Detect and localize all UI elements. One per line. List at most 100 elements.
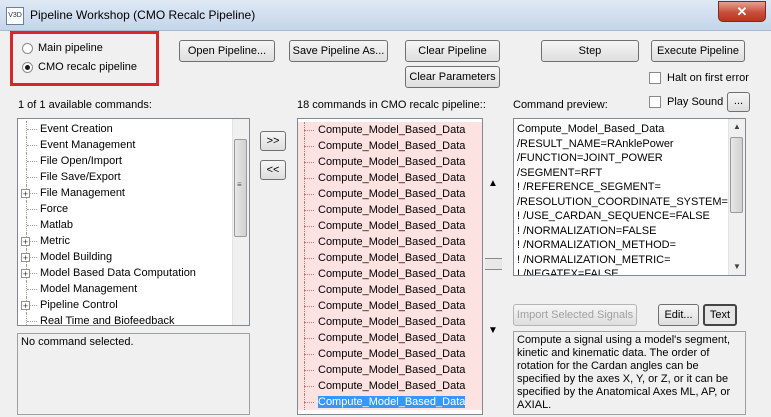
tree-item[interactable]: + Metric: [18, 233, 249, 249]
pipeline-item[interactable]: Compute_Model_Based_Data: [298, 394, 482, 410]
pipeline-item[interactable]: Compute_Model_Based_Data: [298, 170, 482, 186]
tree-item[interactable]: + Model Based Data Computation: [18, 265, 249, 281]
play-sound-checkbox[interactable]: [649, 96, 661, 108]
scroll-thumb[interactable]: [730, 137, 743, 213]
available-commands-tree[interactable]: Event Creation Event Management File Open/…: [17, 118, 250, 326]
clear-parameters-button[interactable]: Clear Parameters: [405, 66, 500, 88]
halt-on-error-label: Halt on first error: [667, 72, 749, 84]
pipeline-item[interactable]: Compute_Model_Based_Data: [298, 362, 482, 378]
pipeline-item-label: Compute_Model_Based_Data: [318, 124, 466, 136]
pipeline-item[interactable]: Compute_Model_Based_Data: [298, 346, 482, 362]
scroll-down-icon[interactable]: ▼: [729, 259, 745, 275]
expand-icon[interactable]: +: [21, 253, 30, 263]
tree-item[interactable]: Matlab: [18, 217, 249, 233]
scroll-up-icon[interactable]: ▲: [729, 119, 745, 135]
expand-icon[interactable]: +: [21, 301, 30, 311]
close-button[interactable]: ✕: [718, 1, 766, 22]
move-down-icon[interactable]: ▼: [487, 325, 499, 337]
expand-icon[interactable]: +: [21, 237, 30, 247]
tree-connector: [26, 137, 39, 153]
remove-from-pipeline-button[interactable]: <<: [260, 160, 286, 180]
pipeline-item-label: Compute_Model_Based_Data: [318, 300, 466, 312]
expand-icon[interactable]: +: [21, 189, 30, 199]
pipeline-item-label: Compute_Model_Based_Data: [318, 188, 466, 200]
preview-line: ! /NORMALIZATION=FALSE: [517, 224, 657, 237]
pipeline-item-label: Compute_Model_Based_Data: [318, 220, 466, 232]
edit-button[interactable]: Edit...: [658, 304, 699, 326]
tree-item[interactable]: Event Creation: [18, 121, 249, 137]
command-description-text: Compute a signal using a model's segment…: [517, 334, 731, 411]
pipeline-item[interactable]: Compute_Model_Based_Data: [298, 138, 482, 154]
tree-item[interactable]: Event Management: [18, 137, 249, 153]
tree-item[interactable]: Real Time and Biofeedback: [18, 313, 249, 326]
tree-item-label: Event Management: [40, 139, 136, 151]
preview-line: ! /NEGATEX=FALSE: [517, 268, 619, 276]
pipeline-commands-list[interactable]: Compute_Model_Based_Data Compute_Model_Ba…: [297, 118, 483, 415]
pipeline-item[interactable]: Compute_Model_Based_Data: [298, 378, 482, 394]
tree-item-label: Model Management: [40, 283, 138, 295]
tree-item[interactable]: File Save/Export: [18, 169, 249, 185]
tree-item-label: File Save/Export: [40, 171, 121, 183]
pipeline-item[interactable]: Compute_Model_Based_Data: [298, 218, 482, 234]
command-preview-box[interactable]: Compute_Model_Based_Data/RESULT_NAME=RAn…: [513, 118, 746, 276]
tree-item[interactable]: + Model Building: [18, 249, 249, 265]
pipeline-item[interactable]: Compute_Model_Based_Data: [298, 154, 482, 170]
pipeline-item-label: Compute_Model_Based_Data: [318, 348, 466, 360]
preview-line: /RESULT_NAME=RAnklePower: [517, 137, 674, 150]
pipeline-item[interactable]: Compute_Model_Based_Data: [298, 314, 482, 330]
pipeline-item[interactable]: Compute_Model_Based_Data: [298, 122, 482, 138]
command-description: Compute a signal using a model's segment…: [513, 331, 746, 415]
move-slider-thumb[interactable]: [485, 258, 502, 270]
title-bar: V3D Pipeline Workshop (CMO Recalc Pipeli…: [0, 0, 771, 31]
radio-button[interactable]: [22, 61, 33, 73]
tree-item-label: Matlab: [40, 219, 74, 231]
window-title: Pipeline Workshop (CMO Recalc Pipeline): [30, 8, 256, 22]
tree-connector: [26, 169, 39, 185]
pipeline-item-label: Compute_Model_Based_Data: [318, 140, 466, 152]
sound-browse-button[interactable]: ...: [727, 92, 750, 112]
tree-item[interactable]: + File Management: [18, 185, 249, 201]
preview-scrollbar[interactable]: ▲ ▼: [728, 119, 745, 275]
tree-item-label: Metric: [40, 235, 70, 247]
step-button[interactable]: Step: [541, 40, 639, 62]
radio-label: Main pipeline: [38, 42, 103, 54]
play-sound-label: Play Sound: [667, 96, 724, 108]
clear-pipeline-button[interactable]: Clear Pipeline: [405, 40, 500, 62]
tree-item[interactable]: File Open/Import: [18, 153, 249, 169]
pipeline-item[interactable]: Compute_Model_Based_Data: [298, 266, 482, 282]
open-pipeline-button[interactable]: Open Pipeline...: [179, 40, 275, 62]
pipeline-item-label: Compute_Model_Based_Data: [318, 156, 466, 168]
pipeline-item-label: Compute_Model_Based_Data: [318, 268, 466, 280]
text-button[interactable]: Text: [703, 304, 737, 326]
tree-item[interactable]: Force: [18, 201, 249, 217]
pipeline-item[interactable]: Compute_Model_Based_Data: [298, 330, 482, 346]
available-commands-header: 1 of 1 available commands:: [18, 99, 152, 111]
halt-on-error-checkbox[interactable]: [649, 72, 661, 84]
pipeline-commands-header: 18 commands in CMO recalc pipeline::: [297, 99, 486, 111]
execute-pipeline-button[interactable]: Execute Pipeline: [651, 40, 745, 62]
pipeline-item[interactable]: Compute_Model_Based_Data: [298, 202, 482, 218]
import-selected-signals-button[interactable]: Import Selected Signals: [513, 304, 637, 326]
pipeline-item[interactable]: Compute_Model_Based_Data: [298, 186, 482, 202]
radio-main-pipeline[interactable]: Main pipeline: [22, 42, 103, 54]
app-icon: V3D: [6, 7, 24, 25]
radio-button[interactable]: [22, 42, 33, 54]
tree-scrollbar[interactable]: ≡: [232, 119, 249, 325]
pipeline-item[interactable]: Compute_Model_Based_Data: [298, 250, 482, 266]
tree-item-label: Real Time and Biofeedback: [40, 315, 175, 326]
description-text: No command selected.: [21, 336, 134, 348]
preview-line: ! /NORMALIZATION_METHOD=: [517, 239, 677, 251]
radio-cmo-recalc-pipeline[interactable]: CMO recalc pipeline: [22, 61, 137, 73]
pipeline-item[interactable]: Compute_Model_Based_Data: [298, 234, 482, 250]
preview-line: ! /NORMALIZATION_METRIC=: [517, 253, 671, 266]
tree-item[interactable]: + Pipeline Control: [18, 297, 249, 313]
pipeline-item[interactable]: Compute_Model_Based_Data: [298, 298, 482, 314]
expand-icon[interactable]: +: [21, 269, 30, 279]
add-to-pipeline-button[interactable]: >>: [260, 131, 286, 151]
save-pipeline-as-button[interactable]: Save Pipeline As...: [289, 40, 388, 62]
pipeline-item-label: Compute_Model_Based_Data: [318, 172, 466, 184]
move-up-icon[interactable]: ▲: [487, 178, 499, 190]
tree-connector: [26, 201, 39, 217]
pipeline-item[interactable]: Compute_Model_Based_Data: [298, 282, 482, 298]
tree-item[interactable]: Model Management: [18, 281, 249, 297]
